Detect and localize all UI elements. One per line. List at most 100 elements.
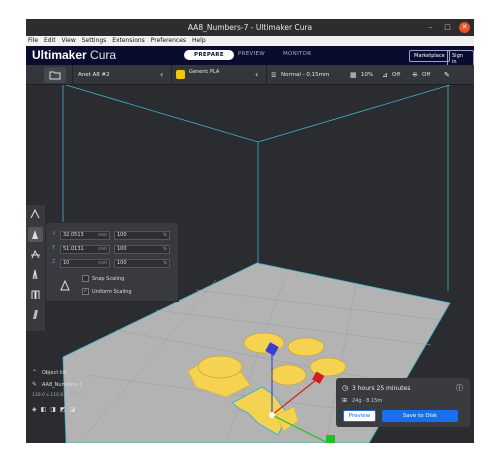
logo-bold-text: Ultimaker: [32, 48, 87, 62]
toolbar-divider: [72, 65, 73, 85]
object-name: AA8_Numbers-7: [42, 382, 83, 388]
folder-icon: [49, 71, 61, 80]
mirror-icon: [32, 269, 38, 280]
y-mm-value: 51.0131: [63, 246, 84, 252]
axis-z-label: Z: [52, 259, 56, 265]
rotate-icon: [31, 249, 40, 259]
x-mm-value: 32.0513: [63, 232, 84, 238]
menu-preferences[interactable]: Preferences: [151, 37, 186, 44]
per-model-settings-icon: [31, 290, 40, 299]
scale-row-z: Z 10 mm 100 %: [52, 259, 174, 268]
z-mm-value: 10: [63, 260, 70, 266]
window-title: AA8_Numbers-7 - Ultimaker Cura: [187, 23, 313, 32]
logo-light-text: Cura: [90, 48, 117, 62]
move-icon: [30, 208, 40, 219]
tab-prepare[interactable]: PREPARE: [184, 50, 234, 60]
scale-tool-button[interactable]: [28, 227, 43, 242]
unit-pct: %: [162, 261, 167, 266]
menu-extensions[interactable]: Extensions: [112, 37, 145, 44]
z-pct-input[interactable]: 100 %: [114, 259, 170, 268]
support-value[interactable]: Off: [392, 72, 400, 78]
menu-file[interactable]: File: [28, 37, 38, 44]
left-toolbar: [26, 205, 45, 331]
view-orientation-icons[interactable]: ◈◧◨◩◪: [32, 406, 79, 413]
toolbar-divider: [171, 65, 172, 85]
app-header: Ultimaker Cura PREPARE PREVIEW MONITOR M…: [26, 46, 474, 68]
per-model-settings-button[interactable]: [28, 287, 43, 302]
scale-row-y: Y 51.0131 mm 100 %: [52, 245, 174, 254]
scale-icon: [32, 230, 38, 239]
pencil-icon[interactable]: ✎: [32, 381, 37, 388]
uniform-scaling-checkbox[interactable]: ✓: [82, 288, 89, 295]
rotate-tool-button[interactable]: [28, 247, 43, 262]
unit-pct: %: [162, 233, 167, 238]
y-pct-value: 100: [117, 246, 127, 252]
z-mm-input[interactable]: 10 mm: [60, 259, 110, 268]
printer-chevron-icon[interactable]: ‹: [160, 70, 163, 79]
unit-pct: %: [162, 247, 167, 252]
edit-settings-icon[interactable]: ✎: [444, 71, 450, 79]
toolbar-divider: [266, 65, 267, 85]
menu-view[interactable]: View: [62, 37, 76, 44]
tab-monitor[interactable]: MONITOR: [283, 51, 311, 57]
title-bar: AA8_Numbers-7 - Ultimaker Cura – □ ✕: [26, 19, 474, 36]
x-pct-value: 100: [117, 232, 127, 238]
material-chevron-icon[interactable]: ‹: [255, 70, 258, 79]
menu-help[interactable]: Help: [192, 37, 206, 44]
snap-scaling-checkbox[interactable]: [82, 275, 89, 282]
uniform-scaling-label: Uniform Scaling: [92, 289, 132, 295]
y-mm-input[interactable]: 51.0131 mm: [60, 245, 110, 254]
x-mm-input[interactable]: 32.0513 mm: [60, 231, 110, 240]
scale-panel: X 32.0513 mm 100 % Y 51.0131 mm 100 % Z: [45, 222, 179, 302]
info-icon[interactable]: ⓘ: [456, 383, 463, 393]
maximize-icon[interactable]: □: [442, 22, 453, 33]
spool-icon: ⊞: [342, 397, 348, 404]
extruder-icon: [176, 70, 185, 79]
adhesion-icon: ⁜: [412, 71, 418, 79]
support-blocker-icon: [33, 310, 38, 319]
z-pct-value: 100: [117, 260, 127, 266]
reset-scale-icon: [60, 279, 70, 291]
ultimaker-cura-logo: Ultimaker Cura: [32, 48, 116, 62]
unit-mm: mm: [98, 247, 107, 252]
open-file-button[interactable]: [44, 67, 66, 83]
mirror-tool-button[interactable]: [28, 267, 43, 282]
print-summary-panel: ◷ 3 hours 25 minutes ⓘ ⊞ 24g · 8.15m Pre…: [336, 378, 470, 427]
close-icon[interactable]: ✕: [459, 22, 470, 33]
object-list-label[interactable]: Object list: [42, 370, 67, 376]
reset-scale-button[interactable]: [58, 277, 72, 291]
main-toolbar: Anet A8 #2 ‹ Generic PLA ‹ ☰ Normal - 0.…: [26, 65, 474, 85]
marketplace-button[interactable]: Marketplace: [409, 50, 450, 62]
save-to-disk-button[interactable]: Save to Disk: [382, 410, 458, 422]
support-icon: ⊿: [382, 71, 388, 79]
menu-settings[interactable]: Settings: [82, 37, 107, 44]
material-selector[interactable]: Generic PLA: [189, 69, 219, 75]
cura-window: AA8_Numbers-7 - Ultimaker Cura – □ ✕ Fil…: [26, 19, 474, 443]
minimize-icon[interactable]: –: [425, 22, 436, 33]
axis-y-label: Y: [52, 245, 56, 251]
object-dimensions: 130.0 x 110.6 x 10.0 mm: [32, 393, 90, 398]
preview-button[interactable]: Preview: [343, 410, 376, 422]
profile-selector[interactable]: Normal - 0.15mm: [281, 72, 329, 78]
clock-icon: ◷: [342, 384, 349, 392]
unit-mm: mm: [98, 261, 107, 266]
chevron-up-icon[interactable]: ⌃: [32, 369, 37, 376]
y-pct-input[interactable]: 100 %: [114, 245, 170, 254]
menu-bar: File Edit View Settings Extensions Prefe…: [26, 36, 474, 46]
material-usage: 24g · 8.15m: [352, 398, 383, 404]
axis-x-label: X: [52, 231, 56, 237]
snap-scaling-label: Snap Scaling: [92, 276, 125, 282]
menu-edit[interactable]: Edit: [44, 37, 56, 44]
scale-row-x: X 32.0513 mm 100 %: [52, 231, 174, 240]
profile-icon: ☰: [271, 72, 277, 79]
infill-icon: ▦: [350, 71, 357, 79]
printer-selector[interactable]: Anet A8 #2: [78, 72, 110, 78]
adhesion-value[interactable]: Off: [422, 72, 430, 78]
unit-mm: mm: [98, 233, 107, 238]
infill-value[interactable]: 10%: [361, 72, 373, 78]
x-pct-input[interactable]: 100 %: [114, 231, 170, 240]
move-tool-button[interactable]: [28, 207, 43, 222]
support-blocker-button[interactable]: [28, 307, 43, 322]
print-time: 3 hours 25 minutes: [352, 385, 411, 392]
tab-preview[interactable]: PREVIEW: [238, 51, 265, 57]
